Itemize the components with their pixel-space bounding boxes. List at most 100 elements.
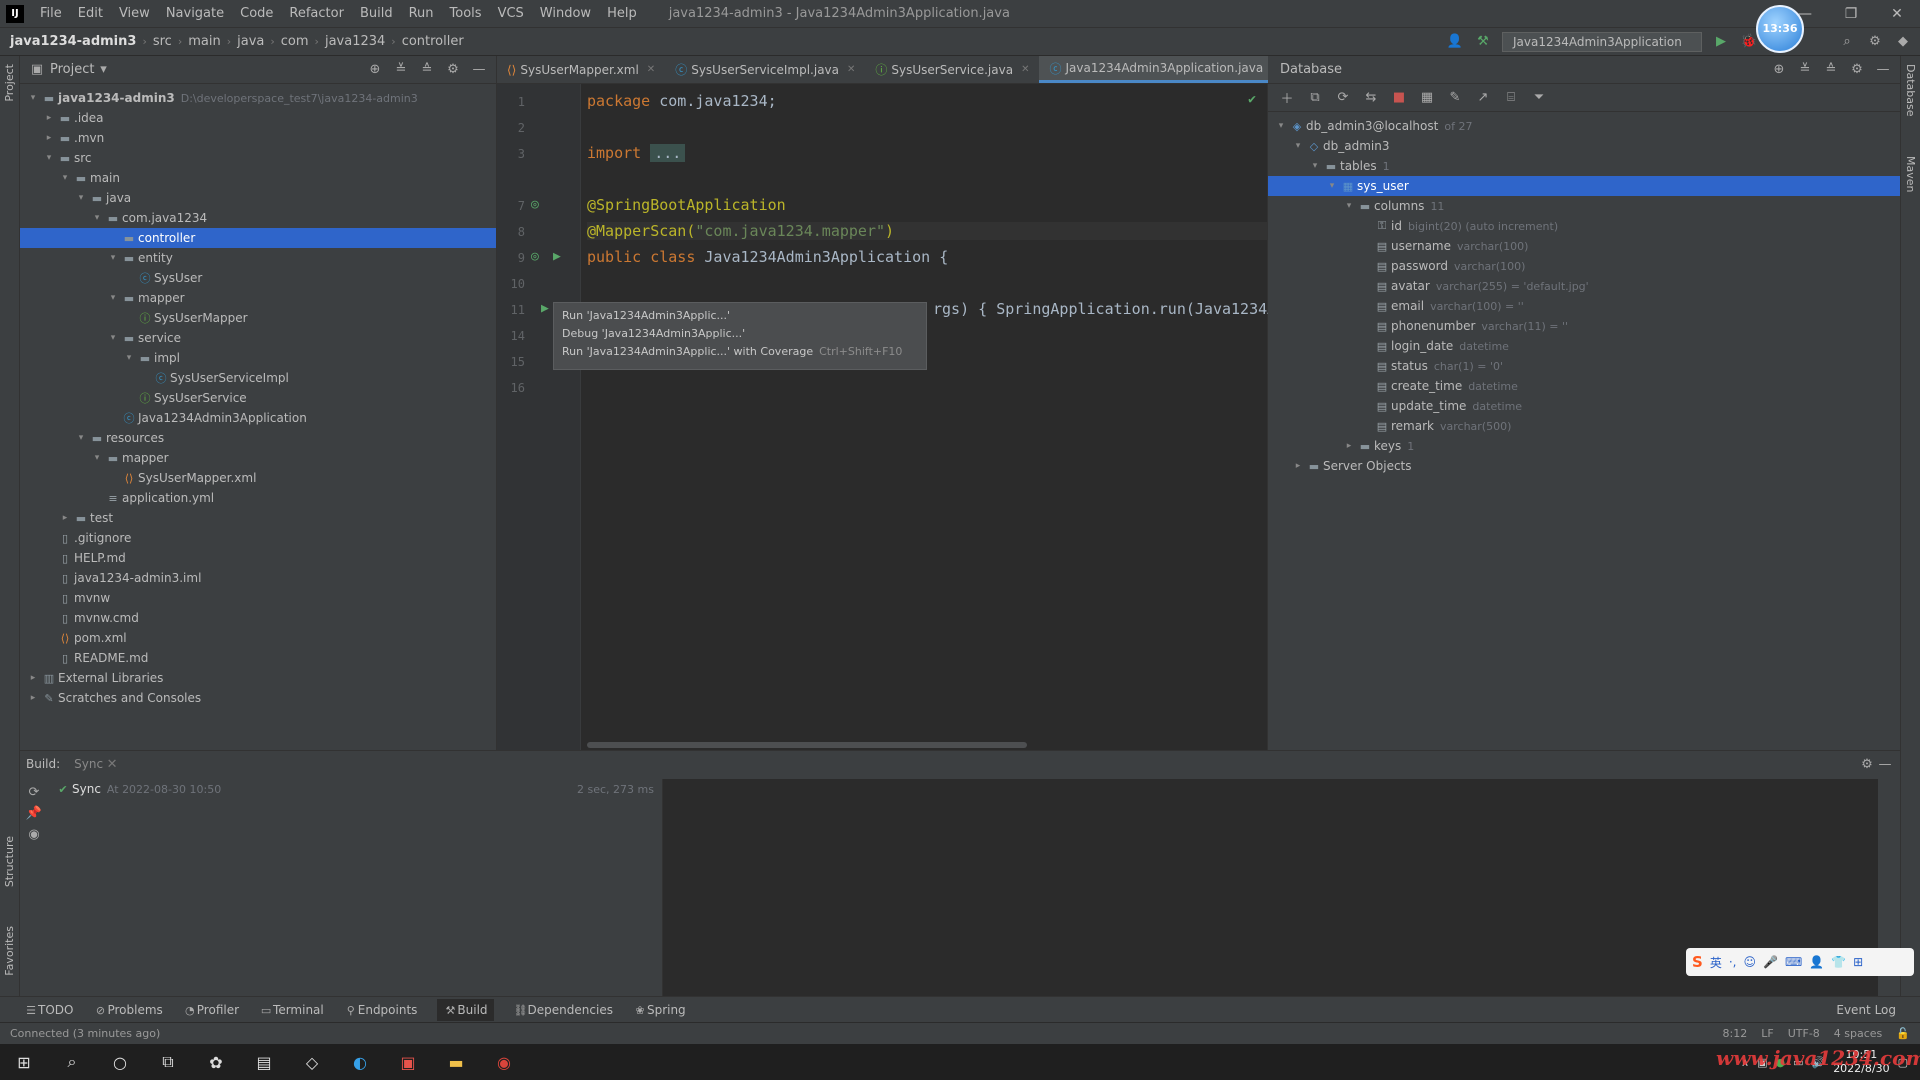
menu-item-tools[interactable]: Tools [442,6,490,21]
tree-item[interactable]: ⚿ id bigint(20) (auto increment) [1268,216,1900,236]
chevron-down-icon[interactable]: ▾ [106,333,120,343]
app-icon[interactable]: ✿ [192,1053,240,1072]
code-line-3[interactable]: import ... [587,144,686,162]
tree-item[interactable]: ▾ ▬ java [20,188,496,208]
settings-icon[interactable]: ⚙ [1866,34,1884,49]
popup-run-item[interactable]: Run 'Java1234Admin3Applic...' [562,309,918,327]
tree-item[interactable]: ▯ mvnw [20,588,496,608]
toolwindow-todo[interactable]: ☰ TODO [24,1003,73,1017]
folded-imports[interactable]: ... [650,144,686,162]
menu-item-file[interactable]: File [32,6,70,21]
vtab-database[interactable]: Database [1904,64,1917,117]
jump-icon[interactable]: ↗ [1474,90,1492,105]
tree-item[interactable]: ▾ ▬ columns 11 [1268,196,1900,216]
refresh-icon[interactable]: ⟳ [1334,90,1352,105]
code-line-7[interactable]: @SpringBootApplication [587,196,786,214]
close-tab-icon[interactable]: ✕ [1021,64,1029,75]
editor-tab[interactable]: ⓒJava1234Admin3Application.java✕ [1039,56,1290,83]
menu-item-window[interactable]: Window [532,6,599,21]
intellij-icon[interactable]: ▣ [384,1053,432,1072]
chevron-down-icon[interactable]: ▾ [106,293,120,303]
chevron-down-icon[interactable]: ▾ [90,453,104,463]
notepad-icon[interactable]: ▤ [240,1053,288,1072]
mic-icon[interactable]: 🎤 [1763,955,1778,969]
tree-item[interactable]: ▾ ▬ entity [20,248,496,268]
filter-icon[interactable]: ⏷ [1530,90,1548,105]
collapse-all-icon[interactable]: ≙ [418,62,436,77]
sync-icon[interactable]: ⇆ [1362,90,1380,105]
tree-item[interactable]: ▾ ◈ db_admin3@localhost of 27 [1268,116,1900,136]
cortana-icon[interactable]: ○ [96,1053,144,1072]
tree-item[interactable]: ▯ HELP.md [20,548,496,568]
apps-icon[interactable]: ⊞ [1853,955,1863,969]
editor-tab[interactable]: ⓘ SysUserService.java ✕ [865,56,1039,83]
spring-bean-icon[interactable]: ◎ [531,249,539,264]
breadcrumb-item[interactable]: java1234 [319,34,391,49]
build-hammer-icon[interactable]: ⚒ [1474,34,1492,49]
tree-item[interactable]: ▾ ▬ main [20,168,496,188]
toolwindow-terminal[interactable]: ▭ Terminal [259,1003,324,1017]
debug-icon[interactable]: 🐞 [1740,34,1758,49]
punctuation-icon[interactable]: ·, [1729,955,1737,969]
user-icon[interactable]: 👤 [1809,955,1824,969]
expand-all-icon[interactable]: ≚ [392,62,410,77]
tree-item[interactable]: ▤ email varchar(100) = '' [1268,296,1900,316]
chevron-right-icon[interactable]: ▸ [26,673,40,683]
popup-coverage-item[interactable]: Run 'Java1234Admin3Applic...' with Cover… [562,345,918,363]
ime-language[interactable]: 英 [1710,954,1722,971]
tree-item[interactable]: ▤ status char(1) = '0' [1268,356,1900,376]
spring-bean-icon[interactable]: ◎ [531,197,539,212]
toolwindow-profiler[interactable]: ◔ Profiler [183,1003,239,1017]
tree-item[interactable]: ▾ ▬ java1234-admin3 D:\developerspace_test7… [20,88,496,108]
chevron-down-icon[interactable]: ▾ [26,93,40,103]
tree-item[interactable]: ⟨⟩ pom.xml [20,628,496,648]
visual-studio-icon[interactable]: ◇ [288,1053,336,1072]
hide-icon[interactable]: — [470,62,488,77]
toolwindow-problems[interactable]: ⊘ Problems [93,1003,163,1017]
tree-item[interactable]: ▯ .gitignore [20,528,496,548]
tree-item[interactable]: ▤ update_time datetime [1268,396,1900,416]
vtab-structure[interactable]: Structure [3,836,16,887]
tree-item[interactable]: ⓒ Java1234Admin3Application [20,408,496,428]
tree-item[interactable]: ▾ ▬ service [20,328,496,348]
tree-item[interactable]: ▤ create_time datetime [1268,376,1900,396]
task-view-icon[interactable]: ⧉ [144,1052,192,1072]
menu-item-navigate[interactable]: Navigate [158,6,232,21]
hide-icon[interactable]: — [1874,62,1892,77]
tree-item[interactable]: ▸ ▥ External Libraries [20,668,496,688]
code-line-11[interactable]: rgs) { SpringApplication.run(Java1234A [933,300,1276,318]
tree-item[interactable]: ⓘ SysUserService [20,388,496,408]
tree-item[interactable]: ▤ remark varchar(500) [1268,416,1900,436]
sync-tab[interactable]: Sync [74,757,103,771]
popup-debug-item[interactable]: Debug 'Java1234Admin3Applic...' [562,327,918,345]
tree-item[interactable]: ▾ ▬ src [20,148,496,168]
vtab-favorites[interactable]: Favorites [3,926,16,976]
search-icon[interactable]: ⌕ [48,1052,96,1072]
chevron-down-icon[interactable]: ▾ [122,353,136,363]
vtab-project[interactable]: Project [3,64,16,102]
tree-item[interactable]: ▸ ▬ test [20,508,496,528]
gear-icon[interactable]: ⚙ [444,62,462,77]
plugin-icon[interactable]: ◆ [1894,34,1912,49]
code-line-8[interactable]: @MapperScan("com.java1234.mapper") [587,222,1267,240]
indent-setting[interactable]: 4 spaces [1834,1027,1883,1040]
tree-item[interactable]: ▾ ▬ tables 1 [1268,156,1900,176]
emoji-icon[interactable]: ☺ [1743,955,1756,969]
recorder-icon[interactable]: ◉ [480,1053,528,1072]
breadcrumb-item[interactable]: main [182,34,226,49]
stop-icon[interactable]: ■ [1390,90,1408,105]
vtab-maven[interactable]: Maven [1904,156,1917,192]
caret-position[interactable]: 8:12 [1723,1027,1748,1040]
breadcrumb-item[interactable]: com [275,34,315,49]
close-icon[interactable]: ✕ [1874,6,1920,22]
code-line-9[interactable]: public class Java1234Admin3Application { [587,248,948,266]
file-encoding[interactable]: UTF-8 [1788,1027,1820,1040]
tree-item[interactable]: ⓘ SysUserMapper [20,308,496,328]
breadcrumb-item[interactable]: java1234-admin3 [0,34,142,49]
edit-icon[interactable]: ✎ [1446,90,1464,105]
chevron-down-icon[interactable]: ▾ [1274,121,1288,131]
tree-item[interactable]: ▸ ✎ Scratches and Consoles [20,688,496,708]
refresh-icon[interactable]: ⟳ [25,785,43,800]
toolwindow-spring[interactable]: ❀ Spring [633,1003,685,1017]
eye-icon[interactable]: ◉ [25,827,43,842]
